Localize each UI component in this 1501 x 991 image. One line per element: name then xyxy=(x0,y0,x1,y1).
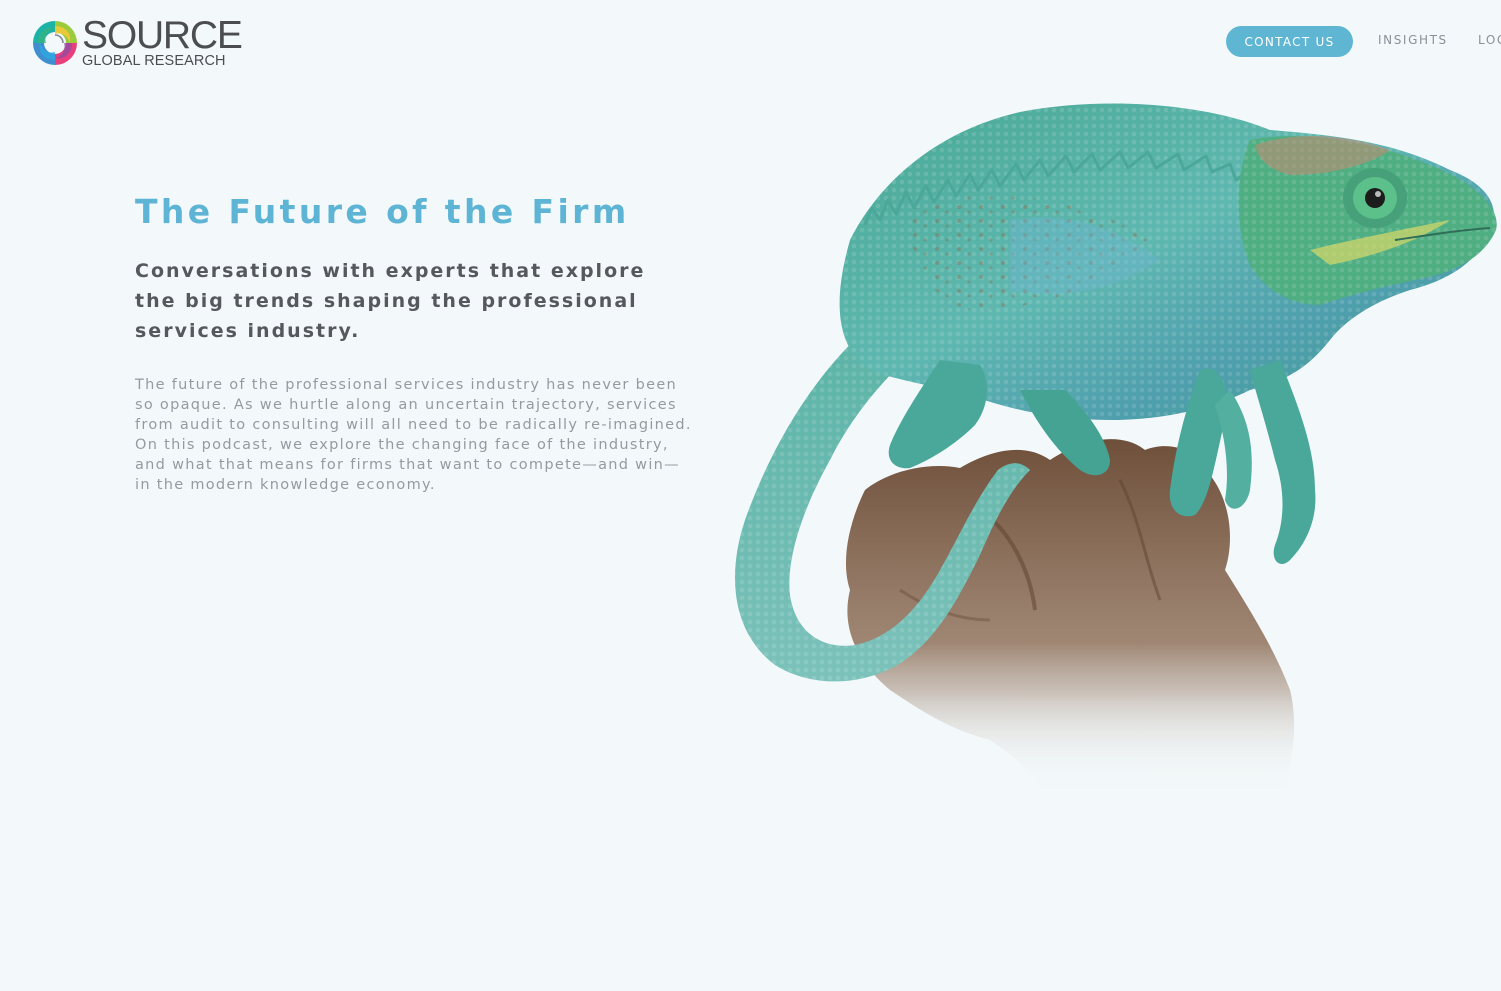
logo-subline: GLOBAL RESEARCH xyxy=(82,52,226,69)
page: SOURCE GLOBAL RESEARCH CONTACT US INSIGH… xyxy=(0,0,1501,991)
chameleon-illustration xyxy=(690,103,1501,820)
contact-us-button[interactable]: CONTACT US xyxy=(1226,26,1353,57)
hero-subtitle: Conversations with experts that explore … xyxy=(135,260,646,342)
hero-description: The future of the professional services … xyxy=(135,377,692,493)
logo-wordmark: SOURCE xyxy=(82,13,243,57)
logo-text: SOURCE GLOBAL RESEARCH xyxy=(82,13,243,69)
nav-item-insights[interactable]: INSIGHTS xyxy=(1378,33,1448,47)
logo-link[interactable]: SOURCE GLOBAL RESEARCH xyxy=(30,15,245,71)
swirl-logo-icon xyxy=(32,20,78,66)
nav-item-login[interactable]: LOG xyxy=(1478,33,1501,47)
page-title: The Future of the Firm xyxy=(135,192,630,231)
